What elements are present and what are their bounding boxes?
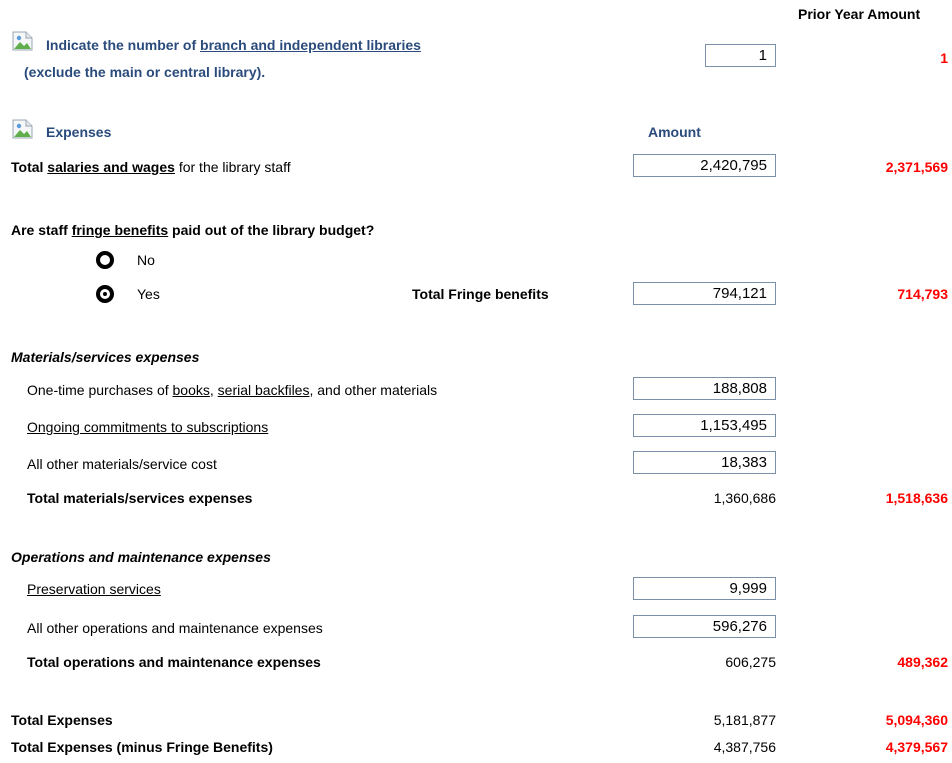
total-expenses-value: 5,181,877: [713, 712, 776, 728]
salaries-suffix: for the library staff: [174, 159, 291, 175]
fringe-prior: 714,793: [897, 286, 948, 302]
other-materials-label: All other materials/service cost: [27, 456, 217, 472]
broken-image-icon: [12, 119, 33, 139]
branches-question-line2: (exclude the main or central library).: [24, 64, 266, 80]
onetime-label: One-time purchases of books, serial back…: [27, 382, 437, 398]
preservation-services-link[interactable]: Preservation services: [27, 581, 161, 597]
total-expenses-prior: 5,094,360: [885, 712, 948, 728]
branches-question: Indicate the number of branch and indepe…: [46, 37, 421, 53]
branch-libraries-link[interactable]: branch and independent libraries: [200, 37, 421, 53]
onetime-prefix: One-time purchases of: [27, 382, 173, 398]
salaries-input[interactable]: 2,420,795: [633, 154, 776, 177]
other-materials-input[interactable]: 18,383: [633, 451, 776, 474]
onetime-suffix: , and other materials: [309, 382, 438, 398]
materials-heading: Materials/services expenses: [11, 349, 200, 365]
total-expenses-label: Total Expenses: [11, 712, 113, 728]
materials-total-prior: 1,518,636: [885, 490, 948, 506]
salaries-label: Total salaries and wages for the library…: [11, 159, 291, 175]
other-operations-input[interactable]: 596,276: [633, 615, 776, 638]
amount-header: Amount: [648, 124, 701, 140]
broken-image-icon: [12, 31, 33, 51]
expenses-heading: Expenses: [46, 124, 112, 140]
fringe-yes-radio[interactable]: [96, 285, 114, 303]
books-link[interactable]: books: [173, 382, 210, 398]
fringe-question-suffix: paid out of the library budget?: [168, 222, 375, 238]
fringe-question: Are staff fringe benefits paid out of th…: [11, 222, 374, 238]
fringe-input[interactable]: 794,121: [633, 282, 776, 305]
operations-total-value: 606,275: [725, 654, 776, 670]
onetime-input[interactable]: 188,808: [633, 377, 776, 400]
total-minus-fringe-prior: 4,379,567: [885, 739, 948, 755]
prior-year-header: Prior Year Amount: [798, 6, 921, 22]
branches-prior: 1: [940, 50, 948, 66]
onetime-sep: ,: [209, 382, 218, 398]
total-minus-fringe-value: 4,387,756: [713, 739, 776, 755]
other-operations-label: All other operations and maintenance exp…: [27, 620, 323, 636]
operations-heading: Operations and maintenance expenses: [11, 549, 271, 565]
fringe-no-radio[interactable]: [96, 251, 114, 269]
materials-total-value: 1,360,686: [713, 490, 776, 506]
fringe-question-prefix: Are staff: [11, 222, 72, 238]
serial-backfiles-link[interactable]: serial backfiles: [218, 382, 310, 398]
fringe-benefits-link[interactable]: fringe benefits: [72, 222, 168, 238]
operations-total-label: Total operations and maintenance expense…: [27, 654, 321, 670]
ongoing-subscriptions-link[interactable]: Ongoing commitments to subscriptions: [27, 419, 268, 435]
fringe-total-label: Total Fringe benefits: [412, 286, 549, 302]
materials-total-label: Total materials/services expenses: [27, 490, 253, 506]
salaries-wages-link[interactable]: salaries and wages: [47, 159, 175, 175]
total-minus-fringe-label: Total Expenses (minus Fringe Benefits): [11, 739, 273, 755]
branches-input[interactable]: 1: [705, 44, 776, 67]
operations-total-prior: 489,362: [897, 654, 948, 670]
salaries-prefix: Total: [11, 159, 48, 175]
ongoing-input[interactable]: 1,153,495: [633, 414, 776, 437]
preservation-input[interactable]: 9,999: [633, 577, 776, 600]
fringe-no-label: No: [137, 252, 155, 268]
fringe-yes-label: Yes: [137, 286, 160, 302]
branches-question-prefix: Indicate the number of: [46, 37, 201, 53]
salaries-prior: 2,371,569: [885, 159, 948, 175]
